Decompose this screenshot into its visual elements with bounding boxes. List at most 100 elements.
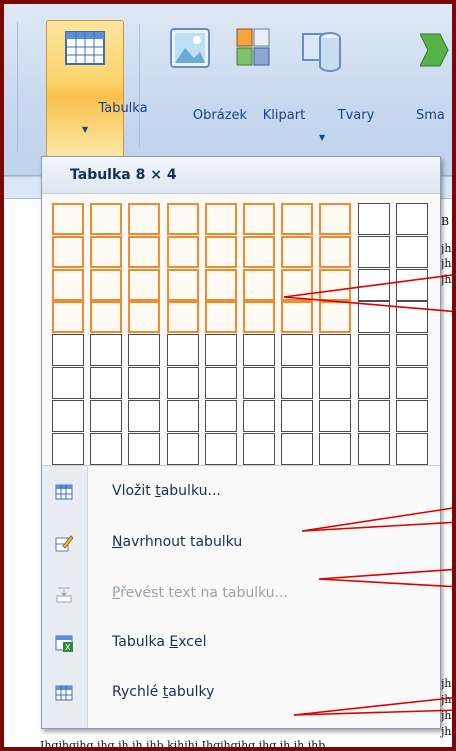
grid-cell[interactable] — [281, 367, 314, 399]
grid-cell[interactable] — [319, 399, 352, 432]
grid-cell[interactable] — [243, 334, 275, 367]
grid-cell[interactable] — [52, 432, 84, 465]
menu-item-quick-tables[interactable]: Rychlé tabulky — [42, 673, 440, 713]
menu-item-draw-table[interactable]: Navrhnout tabulku — [42, 523, 440, 563]
grid-cell[interactable] — [319, 367, 352, 399]
grid-cell[interactable] — [357, 203, 390, 235]
grid-cell[interactable] — [128, 301, 161, 334]
grid-cell[interactable] — [166, 334, 199, 367]
grid-cell[interactable] — [90, 301, 123, 334]
grid-cell[interactable] — [281, 301, 314, 334]
grid-cell[interactable] — [243, 203, 275, 235]
grid-cell[interactable] — [90, 399, 123, 432]
grid-cell[interactable] — [166, 432, 199, 465]
clipart-button[interactable]: Klipart — [222, 20, 305, 140]
grid-cell[interactable] — [281, 268, 314, 301]
grid-cell[interactable] — [52, 235, 84, 268]
grid-cell[interactable] — [90, 432, 123, 465]
grid-cell[interactable] — [204, 203, 237, 235]
menu-item-label: Vložit tabulku... — [112, 483, 221, 499]
insert-table-icon — [55, 484, 73, 500]
grid-cell[interactable] — [128, 399, 161, 432]
grid-cell[interactable] — [204, 301, 237, 334]
grid-cell[interactable] — [128, 235, 161, 268]
grid-cell[interactable] — [166, 367, 199, 399]
grid-cell[interactable] — [395, 432, 428, 465]
grid-cell[interactable] — [166, 203, 199, 235]
grid-cell[interactable] — [319, 301, 352, 334]
picture-button[interactable]: Obrázek — [156, 20, 247, 140]
ribbon-left-stub — [4, 22, 18, 152]
grid-cell[interactable] — [357, 334, 390, 367]
grid-cell[interactable] — [243, 432, 275, 465]
grid-cell[interactable] — [281, 334, 314, 367]
grid-cell[interactable] — [395, 367, 428, 399]
grid-cell[interactable] — [166, 268, 199, 301]
grid-cell[interactable] — [204, 367, 237, 399]
doc-fragment: jhl — [441, 725, 456, 738]
grid-cell[interactable] — [395, 399, 428, 432]
grid-cell[interactable] — [52, 301, 84, 334]
grid-cell[interactable] — [243, 301, 275, 334]
grid-cell[interactable] — [128, 334, 161, 367]
grid-cell[interactable] — [204, 334, 237, 367]
grid-cell[interactable] — [243, 367, 275, 399]
grid-cell[interactable] — [204, 268, 237, 301]
grid-cell[interactable] — [204, 399, 237, 432]
grid-cell[interactable] — [128, 268, 161, 301]
grid-cell[interactable] — [357, 432, 390, 465]
table-icon — [65, 31, 105, 65]
grid-cell[interactable] — [395, 334, 428, 367]
menu-item-label: Převést text na tabulku... — [112, 585, 288, 601]
grid-cell[interactable] — [357, 367, 390, 399]
grid-cell[interactable] — [166, 399, 199, 432]
grid-cell[interactable] — [166, 301, 199, 334]
grid-cell[interactable] — [281, 399, 314, 432]
ribbon-separator — [139, 24, 140, 148]
smartart-button[interactable]: Sma — [358, 20, 452, 140]
grid-cell[interactable] — [357, 268, 390, 301]
grid-cell[interactable] — [357, 399, 390, 432]
grid-cell[interactable] — [90, 367, 123, 399]
grid-cell[interactable] — [395, 301, 428, 334]
grid-cell[interactable] — [52, 367, 84, 399]
grid-cell[interactable] — [52, 203, 84, 235]
grid-cell[interactable] — [281, 432, 314, 465]
grid-cell[interactable] — [395, 203, 428, 235]
grid-cell[interactable] — [52, 268, 84, 301]
grid-cell[interactable] — [357, 301, 390, 334]
grid-cell[interactable] — [319, 203, 352, 235]
svg-text:X: X — [65, 643, 71, 652]
grid-cell[interactable] — [204, 432, 237, 465]
grid-cell[interactable] — [90, 235, 123, 268]
menu-item-excel-table[interactable]: X Tabulka Excel — [42, 623, 440, 663]
grid-cell[interactable] — [166, 235, 199, 268]
grid-cell[interactable] — [90, 203, 123, 235]
grid-cell[interactable] — [243, 268, 275, 301]
grid-cell[interactable] — [52, 399, 84, 432]
shapes-button[interactable]: Tvary ▼ — [290, 20, 374, 158]
table-button[interactable]: Tabulka ▼ — [46, 20, 148, 158]
grid-cell[interactable] — [319, 235, 352, 268]
grid-cell[interactable] — [243, 235, 275, 268]
grid-cell[interactable] — [319, 432, 352, 465]
grid-cell[interactable] — [319, 334, 352, 367]
excel-table-icon: X — [55, 635, 73, 652]
grid-cell[interactable] — [395, 235, 428, 268]
grid-cell[interactable] — [395, 268, 428, 301]
grid-cell[interactable] — [243, 399, 275, 432]
grid-cell[interactable] — [204, 235, 237, 268]
grid-cell[interactable] — [128, 432, 161, 465]
grid-cell[interactable] — [90, 268, 123, 301]
grid-cell[interactable] — [281, 235, 314, 268]
grid-cell[interactable] — [52, 334, 84, 367]
grid-cell[interactable] — [90, 334, 123, 367]
grid-cell[interactable] — [319, 268, 352, 301]
grid-cell[interactable] — [128, 203, 161, 235]
convert-text-icon — [56, 587, 72, 603]
grid-cell[interactable] — [357, 235, 390, 268]
grid-cell[interactable] — [281, 203, 314, 235]
grid-cell[interactable] — [128, 367, 161, 399]
menu-item-label: Navrhnout tabulku — [112, 534, 243, 550]
menu-item-insert-table[interactable]: Vložit tabulku... — [42, 472, 440, 512]
